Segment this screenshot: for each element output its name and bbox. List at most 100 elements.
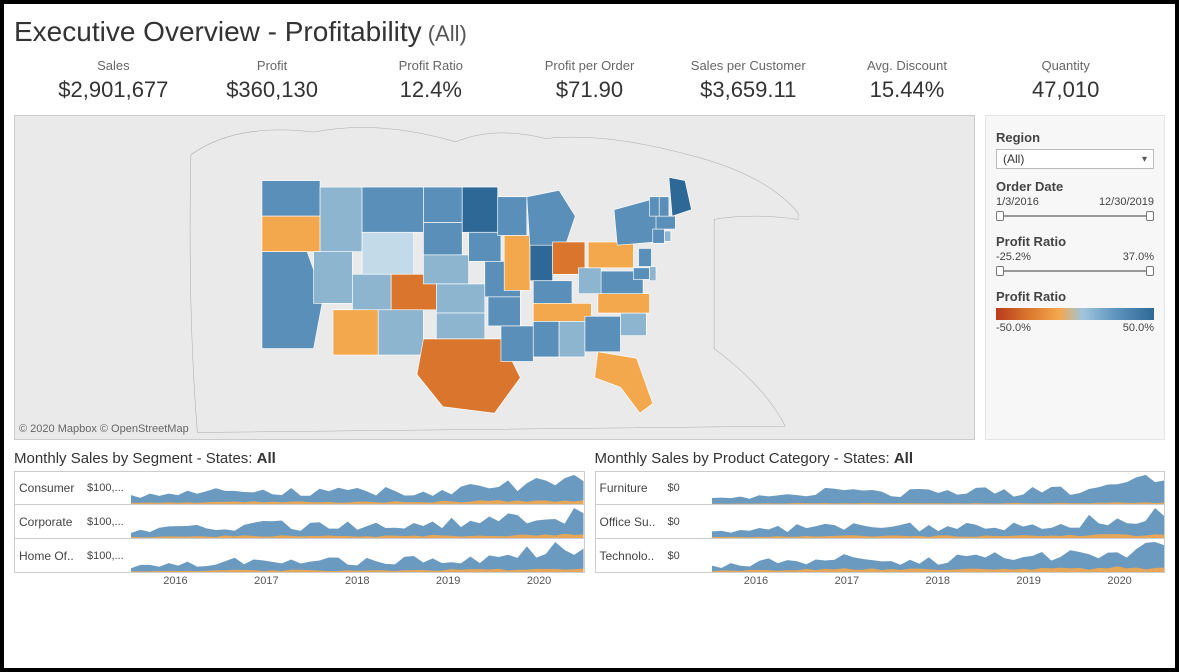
spark-row[interactable]: Corporate $100,...: [14, 505, 585, 539]
kpi-value: $360,130: [193, 77, 352, 103]
spark-label: Furniture: [596, 481, 668, 495]
state-nv[interactable]: [314, 252, 353, 304]
xtick: 2020: [1074, 575, 1165, 587]
state-mt[interactable]: [362, 187, 423, 232]
state-al[interactable]: [559, 321, 585, 357]
spark-row[interactable]: Consumer $100,...: [14, 471, 585, 505]
spark-chart[interactable]: [712, 505, 1165, 538]
slider-thumb-right[interactable]: [1146, 211, 1154, 221]
map-panel[interactable]: © 2020 Mapbox © OpenStreetMap: [14, 115, 975, 440]
spark-label: Office Su..: [596, 515, 668, 529]
spark-row[interactable]: Office Su.. $0: [595, 505, 1166, 539]
chevron-down-icon: ▾: [1142, 154, 1147, 165]
state-tn[interactable]: [533, 303, 591, 321]
xtick: 2017: [801, 575, 892, 587]
state-az[interactable]: [333, 310, 378, 355]
state-ms[interactable]: [533, 321, 559, 357]
legend-gradient: [996, 308, 1154, 320]
kpi-profit-per-order: Profit per Order $71.90: [510, 58, 669, 103]
state-md[interactable]: [633, 268, 649, 280]
segment-xaxis: 20162017201820192020: [14, 575, 585, 587]
state-vt[interactable]: [650, 197, 660, 216]
order-date-min: 1/3/2016: [996, 196, 1039, 208]
filter-region-select[interactable]: (All) ▾: [996, 149, 1154, 169]
mid-row: © 2020 Mapbox © OpenStreetMap Region (Al…: [14, 115, 1165, 440]
order-date-max: 12/30/2019: [1099, 196, 1154, 208]
state-ne[interactable]: [423, 255, 468, 284]
state-ok[interactable]: [436, 313, 484, 339]
state-nd[interactable]: [423, 187, 462, 223]
spark-chart[interactable]: [712, 539, 1165, 572]
profit-ratio-min: -25.2%: [996, 251, 1031, 263]
state-de[interactable]: [650, 267, 656, 281]
segment-panel-title: Monthly Sales by Segment - States: All: [14, 450, 585, 471]
spark-yaxis: $0: [668, 482, 712, 494]
state-sd[interactable]: [423, 223, 462, 255]
state-in[interactable]: [530, 245, 553, 281]
spark-row[interactable]: Home Of.. $100,...: [14, 539, 585, 573]
spark-row[interactable]: Technolo.. $0: [595, 539, 1166, 573]
state-nj[interactable]: [639, 248, 652, 266]
state-wi[interactable]: [498, 197, 527, 236]
state-ut[interactable]: [352, 274, 391, 310]
xtick: 2018: [312, 575, 403, 587]
state-il[interactable]: [504, 236, 530, 291]
kpi-label: Quantity: [986, 58, 1145, 77]
state-ar[interactable]: [488, 297, 520, 326]
state-wv[interactable]: [578, 268, 601, 294]
profit-ratio-slider[interactable]: [996, 265, 1154, 277]
spark-chart[interactable]: [131, 505, 584, 538]
kpi-sales-per-customer: Sales per Customer $3,659.11: [669, 58, 828, 103]
slider-thumb-right[interactable]: [1146, 266, 1154, 276]
spark-chart[interactable]: [131, 472, 584, 504]
state-mn[interactable]: [462, 187, 498, 232]
spark-row[interactable]: Furniture $0: [595, 471, 1166, 505]
legend-min: -50.0%: [996, 322, 1031, 334]
state-wa[interactable]: [262, 181, 320, 217]
state-fl[interactable]: [595, 352, 653, 413]
spark-chart[interactable]: [712, 472, 1165, 504]
state-la[interactable]: [501, 326, 533, 362]
category-panel-title: Monthly Sales by Product Category - Stat…: [595, 450, 1166, 471]
state-nm[interactable]: [378, 310, 423, 355]
state-or[interactable]: [262, 216, 320, 252]
state-sc[interactable]: [620, 313, 646, 336]
spark-yaxis: $0: [668, 516, 712, 528]
state-ma[interactable]: [656, 216, 675, 229]
category-panel: Monthly Sales by Product Category - Stat…: [595, 450, 1166, 587]
xtick: 2019: [403, 575, 494, 587]
slider-thumb-left[interactable]: [996, 211, 1004, 221]
state-ri[interactable]: [664, 231, 670, 241]
state-pa[interactable]: [588, 242, 633, 268]
state-wy[interactable]: [362, 232, 414, 274]
category-xaxis: 20162017201820192020: [595, 575, 1166, 587]
state-nc[interactable]: [598, 294, 650, 313]
spark-chart[interactable]: [131, 539, 584, 572]
state-ct[interactable]: [653, 229, 665, 243]
filter-order-date-label: Order Date: [996, 179, 1154, 194]
xtick: 2017: [221, 575, 312, 587]
kpi-value: 12.4%: [351, 77, 510, 103]
order-date-slider[interactable]: [996, 210, 1154, 222]
slider-thumb-left[interactable]: [996, 266, 1004, 276]
page-title-qualifier: (All): [428, 21, 467, 47]
title-prefix: Monthly Sales by Product Category - Stat…: [595, 450, 894, 467]
state-mi[interactable]: [527, 190, 575, 248]
state-ga[interactable]: [585, 316, 621, 352]
state-nh[interactable]: [659, 197, 669, 216]
title-state: All: [894, 450, 913, 467]
us-map[interactable]: [15, 116, 974, 439]
state-ky[interactable]: [533, 281, 572, 304]
segment-panel: Monthly Sales by Segment - States: All C…: [14, 450, 585, 587]
kpi-quantity: Quantity 47,010: [986, 58, 1145, 103]
xtick: 2016: [711, 575, 802, 587]
state-id[interactable]: [320, 187, 362, 252]
state-ia[interactable]: [469, 232, 501, 261]
state-ks[interactable]: [436, 284, 484, 313]
state-me[interactable]: [669, 177, 692, 216]
filter-region-label: Region: [996, 130, 1154, 145]
xtick: 2018: [892, 575, 983, 587]
spark-yaxis: $100,...: [87, 516, 131, 528]
spark-yaxis: $100,...: [87, 482, 131, 494]
kpi-label: Profit Ratio: [351, 58, 510, 77]
